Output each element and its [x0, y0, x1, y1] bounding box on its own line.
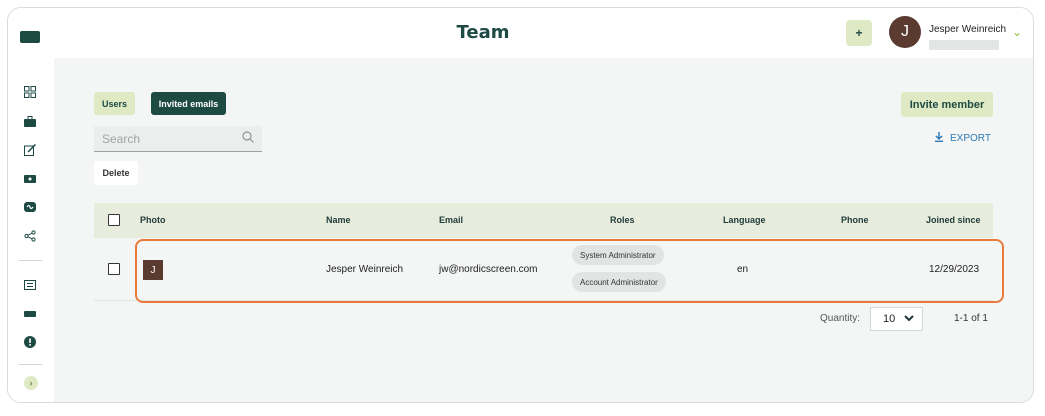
sidebar-divider — [18, 260, 42, 261]
role-badge: System Administrator — [572, 245, 664, 265]
download-icon — [934, 132, 944, 145]
role-badge: Account Administrator — [572, 272, 666, 292]
main-content: Users Invited emails Invite member EXPOR… — [54, 58, 1033, 402]
bar-icon[interactable] — [22, 306, 38, 322]
top-bar: Team + J Jesper Weinreich ⌄ — [8, 8, 1033, 58]
row-name: Jesper Weinreich — [326, 264, 404, 275]
app-logo-icon[interactable] — [20, 31, 40, 43]
quantity-select[interactable]: 10 — [870, 307, 923, 331]
chevron-down-icon — [904, 313, 914, 325]
row-language: en — [737, 264, 749, 275]
list-icon[interactable] — [22, 277, 38, 293]
quantity-value: 10 — [883, 313, 896, 325]
column-header-email[interactable]: Email — [439, 215, 463, 225]
edit-icon[interactable] — [22, 142, 38, 158]
sidebar: › — [8, 58, 54, 402]
tab-invited-emails[interactable]: Invited emails — [151, 92, 226, 115]
loop-icon[interactable] — [22, 199, 38, 215]
delete-button[interactable]: Delete — [94, 161, 138, 185]
table-row[interactable]: J Jesper Weinreich jw@nordicscreen.com S… — [94, 238, 993, 301]
export-link[interactable]: EXPORT — [934, 132, 991, 145]
page-title: Team — [456, 22, 510, 43]
search-field — [94, 126, 262, 152]
user-name[interactable]: Jesper Weinreich — [929, 24, 1006, 35]
column-header-phone[interactable]: Phone — [841, 215, 869, 225]
column-header-name[interactable]: Name — [326, 215, 351, 225]
share-icon[interactable] — [22, 228, 38, 244]
tab-users[interactable]: Users — [94, 92, 135, 115]
column-header-language[interactable]: Language — [723, 215, 766, 225]
search-icon[interactable] — [242, 131, 254, 146]
row-joined: 12/29/2023 — [929, 264, 980, 275]
table-header: Photo Name Email Roles Language Phone Jo… — [94, 203, 993, 238]
select-all-checkbox[interactable] — [108, 214, 120, 226]
column-header-joined[interactable]: Joined since — [926, 215, 981, 225]
column-header-photo[interactable]: Photo — [140, 215, 166, 225]
search-input[interactable] — [102, 131, 222, 146]
app-window: Team + J Jesper Weinreich ⌄ › Users Invi… — [7, 7, 1034, 403]
pagination-info: 1-1 of 1 — [954, 313, 988, 324]
export-label: EXPORT — [950, 133, 991, 144]
quantity-label: Quantity: — [820, 313, 861, 324]
briefcase-icon[interactable] — [22, 113, 38, 129]
user-avatar[interactable]: J — [889, 16, 921, 48]
dashboard-icon[interactable] — [22, 84, 38, 100]
expand-sidebar-button[interactable]: › — [24, 376, 38, 390]
chevron-down-icon[interactable]: ⌄ — [1012, 25, 1022, 39]
avatar: J — [143, 260, 163, 280]
invite-member-button[interactable]: Invite member — [901, 92, 993, 117]
row-checkbox[interactable] — [108, 263, 120, 275]
column-header-roles[interactable]: Roles — [610, 215, 635, 225]
sidebar-divider — [18, 364, 42, 365]
screen-icon[interactable] — [22, 171, 38, 187]
alert-icon[interactable] — [22, 334, 38, 350]
add-button[interactable]: + — [846, 20, 872, 46]
user-subtitle-placeholder — [929, 40, 999, 50]
row-email: jw@nordicscreen.com — [439, 264, 538, 275]
